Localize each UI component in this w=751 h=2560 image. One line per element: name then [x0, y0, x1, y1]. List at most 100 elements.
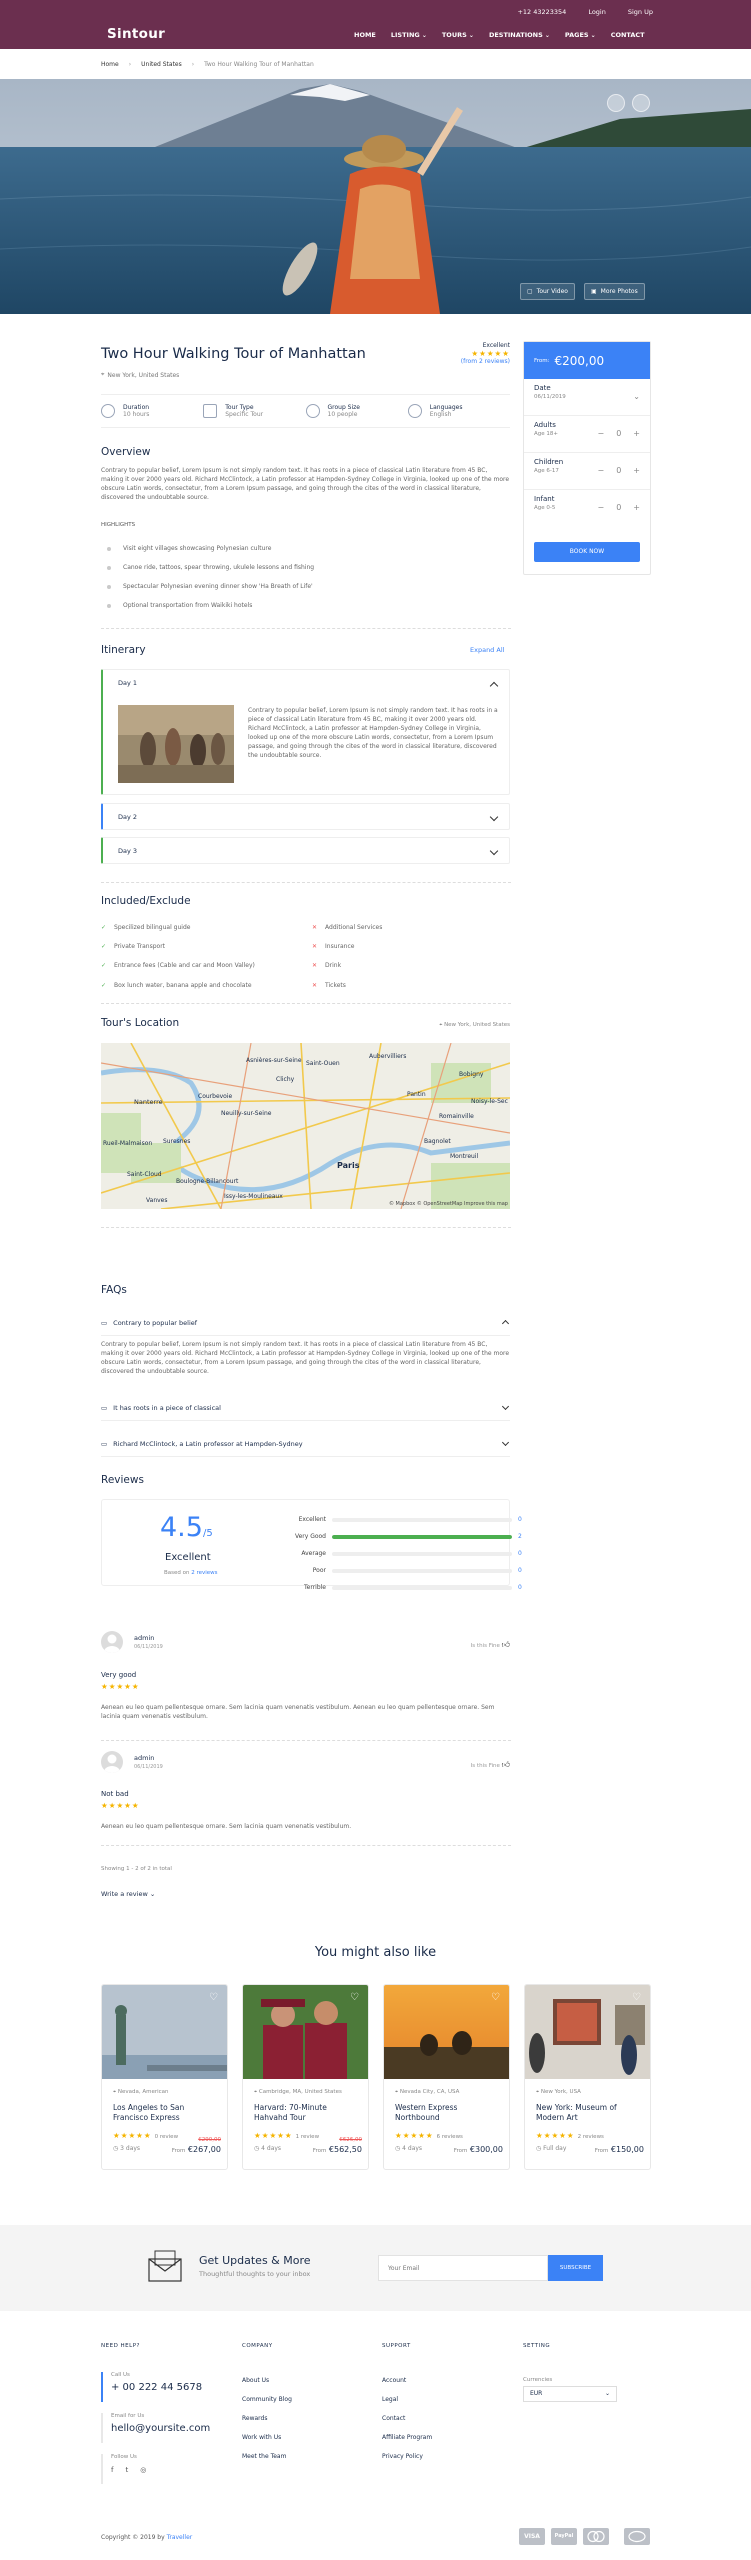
tour-card[interactable]: ♡ ⌖ Nevada, American Los Angeles to San … [101, 1984, 228, 2170]
minus-icon[interactable]: − [598, 429, 605, 438]
nav-tours[interactable]: TOURS [442, 31, 474, 39]
tour-card-image: ♡ [243, 1985, 368, 2079]
footer-link[interactable]: Account [382, 2377, 432, 2384]
heart-icon[interactable]: ♡ [209, 1992, 218, 2003]
card-location-text: New York, USA [540, 2089, 581, 2095]
based-on-text: Based on [164, 1570, 192, 1576]
nav-pages[interactable]: PAGES [565, 31, 596, 39]
highlights-list: Visit eight villages showcasing Polynesi… [101, 545, 314, 621]
heart-icon[interactable]: ♡ [632, 1992, 641, 2003]
review-title: Very good [101, 1671, 137, 1679]
map-label: Noisy-le-Sec [471, 1098, 508, 1105]
footer-link[interactable]: Meet the Team [242, 2453, 292, 2460]
itinerary-day-2[interactable]: Day 2 [101, 803, 510, 830]
excluded-text: Insurance [325, 942, 355, 950]
tour-rating: Excellent ★★★★★ (from 2 reviews) [461, 342, 510, 365]
phone-link[interactable]: +12 43223354 [517, 8, 566, 16]
plus-icon[interactable]: + [633, 429, 640, 438]
breadcrumb-country[interactable]: United States [141, 61, 182, 68]
tour-card[interactable]: ♡ ⌖ Cambridge, MA, United States Harvard… [242, 1984, 369, 2170]
score-value: 4.5 [160, 1512, 203, 1543]
clock-icon: ◷ [113, 2145, 119, 2152]
footer-link[interactable]: Community Blog [242, 2396, 292, 2403]
subscribe-button[interactable]: SUBSCRIBE [548, 2255, 603, 2281]
faq-item-open[interactable]: ▭ Contrary to popular belief [101, 1311, 510, 1336]
itinerary-day-3[interactable]: Day 3 [101, 837, 510, 864]
card-location: ⌖ Cambridge, MA, United States [254, 2089, 342, 2095]
faq-item[interactable]: ▭ It has roots in a piece of classical [101, 1396, 510, 1421]
footer-heading: COMPANY [242, 2343, 273, 2349]
footer-email-address[interactable]: hello@yoursite.com [111, 2423, 210, 2434]
nav-contact[interactable]: CONTACT [611, 31, 645, 39]
tour-card[interactable]: ♡ ⌖ Nevada City, CA, USA Western Express… [383, 1984, 510, 2170]
heart-icon[interactable]: ♡ [350, 1992, 359, 2003]
card-icon [624, 2528, 650, 2545]
footer-link[interactable]: Work with Us [242, 2434, 292, 2441]
logo[interactable]: Sintour [107, 26, 165, 42]
write-review-link[interactable]: Write a review ⌄ [101, 1890, 155, 1898]
tour-card[interactable]: ♡ ⌖ New York, USA New York: Museum of Mo… [524, 1984, 651, 2170]
card-location-text: Cambridge, MA, United States [258, 2089, 342, 2095]
newsletter-email-input[interactable] [378, 2255, 548, 2281]
signup-link[interactable]: Sign Up [628, 8, 653, 16]
footer-link[interactable]: Privacy Policy [382, 2453, 432, 2460]
based-on-link[interactable]: 2 reviews [191, 1570, 217, 1576]
children-label: Children [534, 458, 564, 466]
check-icon: ✓ [101, 923, 107, 931]
instagram-icon[interactable]: ◎ [140, 2466, 146, 2474]
faqs-heading: FAQs [101, 1284, 127, 1296]
book-now-button[interactable]: BOOK NOW [534, 542, 640, 562]
tour-video-label: Tour Video [536, 288, 568, 295]
footer-link[interactable]: Affiliate Program [382, 2434, 432, 2441]
nav-home[interactable]: HOME [354, 31, 376, 39]
divider [101, 882, 511, 883]
plus-icon[interactable]: + [633, 503, 640, 512]
footer-link[interactable]: Contact [382, 2415, 432, 2422]
reviews-link[interactable]: (from 2 reviews) [461, 358, 510, 365]
tour-video-button[interactable]: ▢ Tour Video [520, 283, 575, 300]
twitter-icon[interactable]: t [125, 2466, 128, 2474]
currency-select[interactable]: EUR ⌄ [523, 2386, 617, 2402]
map[interactable]: Asnières-sur-Seine Saint-Ouen Aubervilli… [101, 1043, 510, 1209]
fact-label: Tour Type [225, 404, 254, 411]
location-address: ⌖ New York, United States [439, 1022, 510, 1029]
plus-icon[interactable]: + [633, 466, 640, 475]
date-label: Date [534, 384, 551, 392]
nav-destinations[interactable]: DESTINATIONS [489, 31, 550, 39]
footer-link[interactable]: Rewards [242, 2415, 292, 2422]
facebook-icon[interactable]: f [111, 2466, 113, 2474]
itinerary-day-1[interactable]: Day 1 Contrary to popular belief, Lorem … [101, 669, 510, 795]
footer-phone[interactable]: + 00 222 44 5678 [111, 2382, 202, 2393]
share-icon[interactable] [607, 94, 625, 112]
heart-icon[interactable] [632, 94, 650, 112]
card-title[interactable]: New York: Museum of Modern Art [536, 2103, 644, 2123]
nav-listing[interactable]: LISTING [391, 31, 427, 39]
write-review-label: Write a review [101, 1890, 148, 1898]
rating-bar [332, 1551, 512, 1556]
map-attribution[interactable]: © Mapbox © OpenStreetMap Improve this ma… [389, 1201, 508, 1207]
login-link[interactable]: Login [588, 8, 606, 16]
card-title[interactable]: Western Express Northbound [395, 2103, 503, 2123]
minus-icon[interactable]: − [598, 503, 605, 512]
expand-all-link[interactable]: Expand All [470, 646, 504, 654]
minus-icon[interactable]: − [598, 466, 605, 475]
footer-link[interactable]: About Us [242, 2377, 292, 2384]
faq-item[interactable]: ▭ Richard McClintock, a Latin professor a… [101, 1432, 510, 1457]
card-title[interactable]: Los Angeles to San Francisco Express [113, 2103, 221, 2123]
more-photos-button[interactable]: ▣ More Photos [584, 283, 645, 300]
footer-link[interactable]: Legal [382, 2396, 432, 2403]
map-label: Paris [337, 1161, 360, 1170]
card-stars: ★★★★★ [254, 2131, 293, 2140]
adults-row: Adults Age 18+ − 0 + [524, 416, 650, 453]
highlight-item: Optional transportation from Waikiki hot… [101, 602, 314, 621]
heart-icon[interactable]: ♡ [491, 1992, 500, 2003]
copyright-brand-link[interactable]: Traveller [167, 2534, 193, 2541]
breadcrumb-home[interactable]: Home [101, 61, 119, 68]
divider [101, 1845, 511, 1846]
card-title[interactable]: Harvard: 70-Minute Hahvahd Tour [254, 2103, 362, 2123]
card-footer: ◷ 4 days €626,00 From €562,50 [254, 2137, 362, 2154]
date-picker[interactable]: Date 06/11/2019 ⌄ [524, 379, 650, 416]
chevron-down-icon: ⌄ [604, 2390, 610, 2397]
helpful-button[interactable]: Is this Fine 👍︎ [471, 1640, 510, 1650]
helpful-button[interactable]: Is this Fine 👍︎ [471, 1760, 510, 1770]
